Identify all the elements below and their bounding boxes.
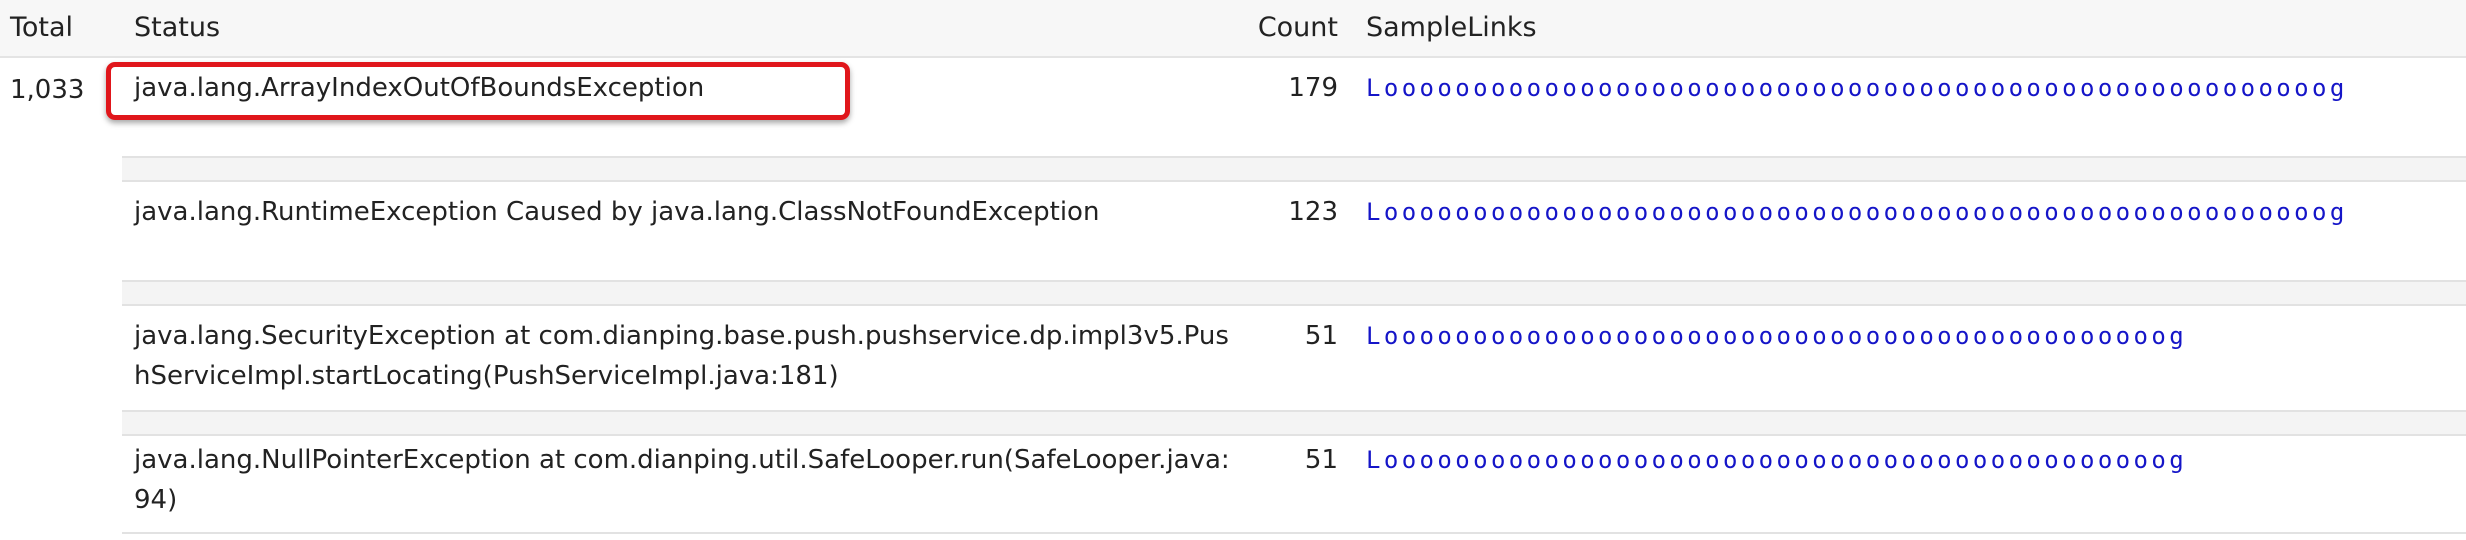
sample-link[interactable]: Looooooooooooooooooooooooooooooooooooooo… (1366, 68, 2456, 108)
column-header-samplelinks: SampleLinks (1366, 12, 1537, 43)
row-separator (122, 532, 2466, 534)
status-text: java.lang.SecurityException at com.dianp… (134, 321, 1229, 391)
count-value: 179 (1288, 73, 1338, 103)
sample-link[interactable]: Looooooooooooooooooooooooooooooooooooooo… (1366, 316, 2456, 356)
row-separator (122, 280, 2466, 306)
highlight-box (106, 62, 850, 120)
column-header-status: Status (134, 12, 221, 43)
sample-link[interactable]: Looooooooooooooooooooooooooooooooooooooo… (1366, 440, 2456, 480)
row-separator (122, 156, 2466, 182)
column-header-total: Total (10, 12, 74, 43)
row-separator (122, 410, 2466, 436)
status-text: java.lang.RuntimeException Caused by jav… (134, 197, 1100, 227)
sample-link[interactable]: Looooooooooooooooooooooooooooooooooooooo… (1366, 192, 2456, 232)
status-text: java.lang.NullPointerException at com.di… (134, 445, 1230, 515)
count-value: 51 (1304, 445, 1338, 475)
table-header: Total Status Count SampleLinks (0, 0, 2466, 58)
column-header-count: Count (1257, 12, 1338, 43)
count-value: 123 (1288, 197, 1338, 227)
count-value: 51 (1304, 321, 1338, 351)
total-value: 1,033 (10, 75, 85, 105)
